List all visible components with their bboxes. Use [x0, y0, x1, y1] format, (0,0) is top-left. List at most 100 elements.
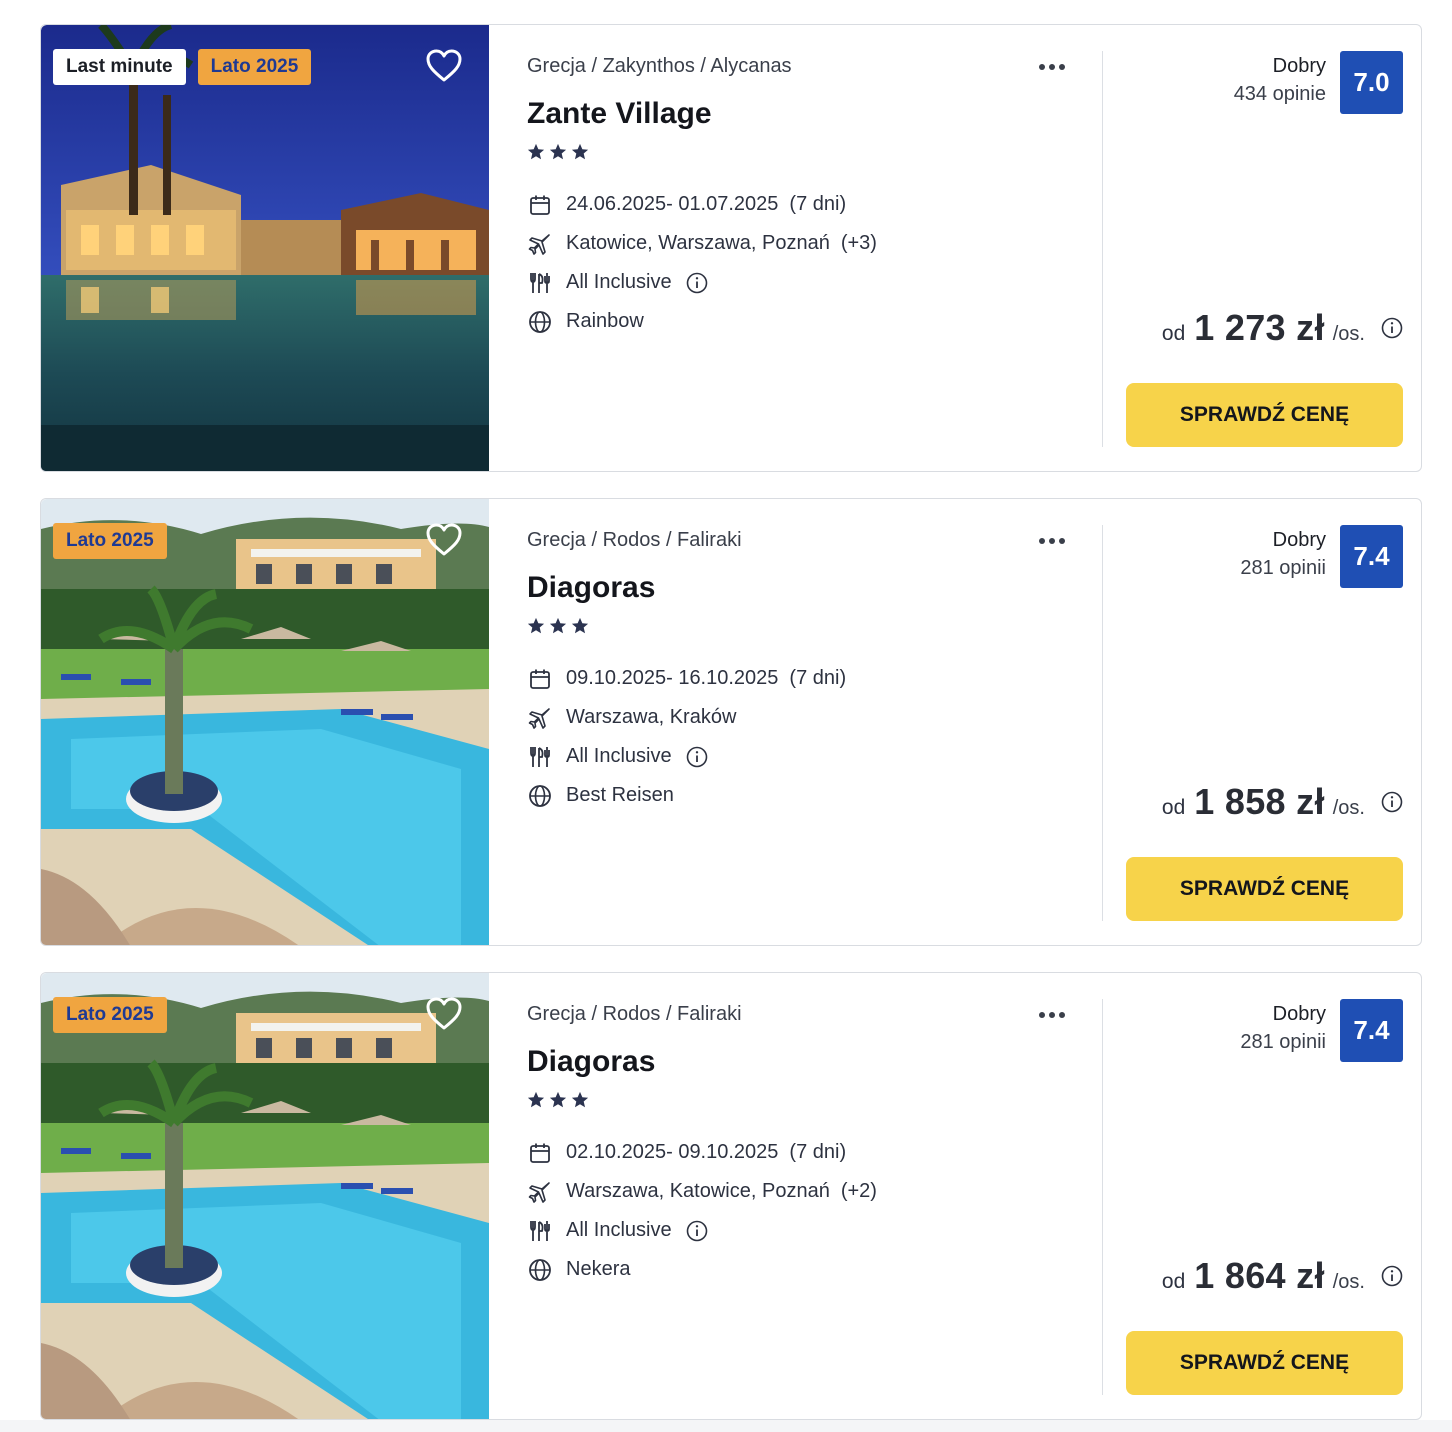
price-from: od	[1161, 796, 1186, 819]
badge-season: Lato 2025	[53, 997, 167, 1033]
rating-block: Dobry 281 opinii 7.4	[1240, 525, 1403, 588]
fact-board: All Inclusive	[527, 737, 846, 776]
badge-last-minute: Last minute	[53, 49, 186, 85]
heart-icon[interactable]	[425, 47, 463, 85]
offer-card[interactable]: Lato 2025 Grecja / Rodos / Faliraki Diag…	[40, 972, 1422, 1420]
fact-operator: Nekera	[527, 1250, 877, 1289]
star-icon	[527, 143, 545, 160]
hotel-name[interactable]: Zante Village	[527, 97, 712, 131]
offer-info: Grecja / Rodos / Faliraki Diagoras 02.10…	[527, 973, 1103, 1419]
rating-text: Dobry 281 opinii	[1240, 525, 1326, 583]
star-icon	[571, 617, 589, 634]
price-block: od 1 858 zł /os.	[1162, 781, 1403, 823]
destination-breadcrumb[interactable]: Grecja / Rodos / Faliraki	[527, 529, 742, 552]
departures-more[interactable]: (+2)	[841, 1180, 877, 1203]
calendar-icon	[527, 192, 553, 218]
star-icon	[527, 1091, 545, 1108]
dates-text: 09.10.2025- 16.10.2025	[566, 667, 779, 689]
fact-operator: Best Reisen	[527, 776, 846, 815]
star-icon	[571, 143, 589, 160]
rating-word: Dobry	[1272, 529, 1326, 551]
star-icon	[549, 617, 567, 634]
hotel-photo[interactable]: Lato 2025	[41, 499, 489, 945]
board-text: All Inclusive	[566, 271, 672, 293]
globe-icon	[527, 309, 553, 335]
offer-card[interactable]: Last minute Lato 2025 Grecja / Zakynthos…	[40, 24, 1422, 472]
departures-more[interactable]: (+3)	[841, 232, 877, 255]
price-unit: /os.	[1332, 323, 1365, 345]
reviews-link[interactable]: 281 opinii	[1240, 553, 1326, 583]
cutlery-icon	[527, 1218, 553, 1244]
fact-dates: 02.10.2025- 09.10.2025 (7 dni)	[527, 1133, 877, 1172]
info-icon[interactable]	[1381, 1265, 1403, 1287]
calendar-icon	[527, 666, 553, 692]
rating-text: Dobry 281 opinii	[1240, 999, 1326, 1057]
departures-text: Warszawa, Kraków	[566, 706, 737, 728]
check-price-button[interactable]: SPRAWDŹ CENĘ	[1126, 1331, 1403, 1395]
rating-word: Dobry	[1272, 1003, 1326, 1025]
more-dots-icon[interactable]	[1037, 1003, 1075, 1027]
offer-side: Dobry 434 opinie 7.0 od 1 273 zł /os. SP…	[1103, 25, 1421, 471]
check-price-button[interactable]: SPRAWDŹ CENĘ	[1126, 857, 1403, 921]
fact-board: All Inclusive	[527, 1211, 877, 1250]
badge-group: Last minute Lato 2025	[53, 49, 312, 85]
price-amount: 1 864 zł	[1194, 1255, 1325, 1296]
board-text: All Inclusive	[566, 745, 672, 767]
price-amount: 1 858 zł	[1194, 781, 1325, 822]
offer-facts: 02.10.2025- 09.10.2025 (7 dni) Warszawa,…	[527, 1133, 877, 1289]
price-block: od 1 864 zł /os.	[1162, 1255, 1403, 1297]
offer-facts: 09.10.2025- 16.10.2025 (7 dni) Warszawa,…	[527, 659, 846, 815]
heart-icon[interactable]	[425, 995, 463, 1033]
operator-text: Nekera	[566, 1258, 631, 1280]
info-icon[interactable]	[686, 746, 708, 768]
fact-dates: 24.06.2025- 01.07.2025 (7 dni)	[527, 185, 877, 224]
operator-text: Best Reisen	[566, 784, 674, 806]
rating-text: Dobry 434 opinie	[1234, 51, 1326, 109]
info-icon[interactable]	[1381, 791, 1403, 813]
reviews-link[interactable]: 281 opinii	[1240, 1027, 1326, 1057]
badge-season: Lato 2025	[197, 49, 312, 85]
info-icon[interactable]	[686, 272, 708, 294]
destination-breadcrumb[interactable]: Grecja / Zakynthos / Alycanas	[527, 55, 792, 78]
info-icon[interactable]	[686, 1220, 708, 1242]
hotel-photo[interactable]: Lato 2025	[41, 973, 489, 1419]
plane-icon	[527, 231, 553, 257]
duration-text: (7 dni)	[789, 667, 847, 689]
duration-text: (7 dni)	[789, 193, 847, 215]
rating-score: 7.0	[1340, 51, 1403, 114]
page-bottom-edge	[0, 1420, 1452, 1432]
board-text: All Inclusive	[566, 1219, 672, 1241]
reviews-link[interactable]: 434 opinie	[1234, 79, 1326, 109]
destination-breadcrumb[interactable]: Grecja / Rodos / Faliraki	[527, 1003, 742, 1026]
hotel-stars	[527, 143, 589, 163]
operator-text: Rainbow	[566, 310, 644, 332]
star-icon	[527, 617, 545, 634]
star-icon	[549, 1091, 567, 1108]
star-icon	[571, 1091, 589, 1108]
hotel-name[interactable]: Diagoras	[527, 1045, 655, 1079]
fact-operator: Rainbow	[527, 302, 877, 341]
rating-word: Dobry	[1272, 55, 1326, 77]
check-price-button[interactable]: SPRAWDŹ CENĘ	[1126, 383, 1403, 447]
star-icon	[549, 143, 567, 160]
cutlery-icon	[527, 744, 553, 770]
duration-text: (7 dni)	[789, 1141, 847, 1163]
price-from: od	[1161, 1270, 1186, 1293]
globe-icon	[527, 1257, 553, 1283]
hotel-name[interactable]: Diagoras	[527, 571, 655, 605]
calendar-icon	[527, 1140, 553, 1166]
hotel-pool-day-image	[41, 499, 489, 945]
rating-score: 7.4	[1340, 525, 1403, 588]
price-from: od	[1161, 322, 1186, 345]
rating-score: 7.4	[1340, 999, 1403, 1062]
info-icon[interactable]	[1381, 317, 1403, 339]
badge-group: Lato 2025	[53, 523, 167, 559]
heart-icon[interactable]	[425, 521, 463, 559]
offer-card[interactable]: Lato 2025 Grecja / Rodos / Faliraki Diag…	[40, 498, 1422, 946]
dates-text: 02.10.2025- 09.10.2025	[566, 1141, 779, 1163]
offer-side: Dobry 281 opinii 7.4 od 1 864 zł /os. SP…	[1103, 973, 1421, 1419]
more-dots-icon[interactable]	[1037, 55, 1075, 79]
more-dots-icon[interactable]	[1037, 529, 1075, 553]
hotel-photo[interactable]: Last minute Lato 2025	[41, 25, 489, 471]
hotel-pool-day-image	[41, 973, 489, 1419]
